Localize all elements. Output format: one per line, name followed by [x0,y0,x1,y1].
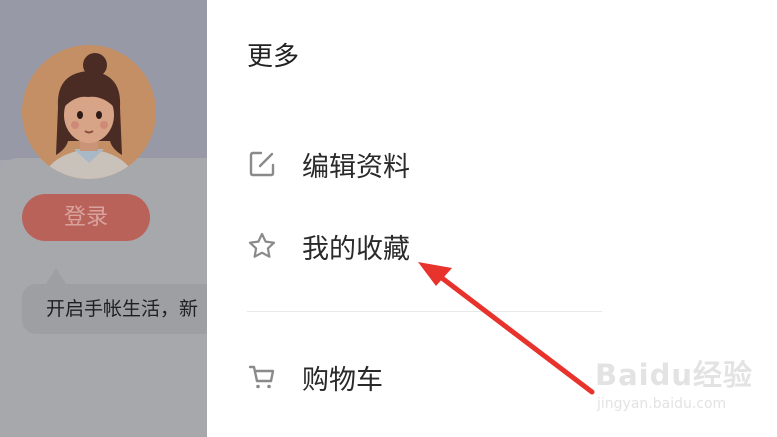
menu-item-label: 编辑资料 [302,151,410,183]
divider [247,311,602,312]
drawer-title: 更多 [247,42,300,72]
menu-item-label: 购物车 [302,364,383,396]
login-button[interactable]: 登录 [22,194,150,241]
menu-item-edit-profile[interactable]: 编辑资料 [247,140,410,188]
cart-icon [247,362,277,392]
edit-icon [247,149,277,179]
menu-item-favorites[interactable]: 我的收藏 [247,222,410,270]
background-page: 登录 开启手帐生活，新 [0,0,207,437]
avatar-illustration [22,45,156,179]
tip-bubble: 开启手帐生活，新 [22,284,207,334]
tip-pointer [46,268,66,284]
menu-item-label: 我的收藏 [302,233,410,265]
menu-item-cart[interactable]: 购物车 [247,353,383,401]
star-icon [247,231,277,261]
baidu-watermark: Baidu经验 jingyan.baidu.com [595,352,770,422]
avatar[interactable] [22,45,156,179]
watermark-logo: Baidu经验 [595,358,754,392]
watermark-url: jingyan.baidu.com [597,396,727,412]
